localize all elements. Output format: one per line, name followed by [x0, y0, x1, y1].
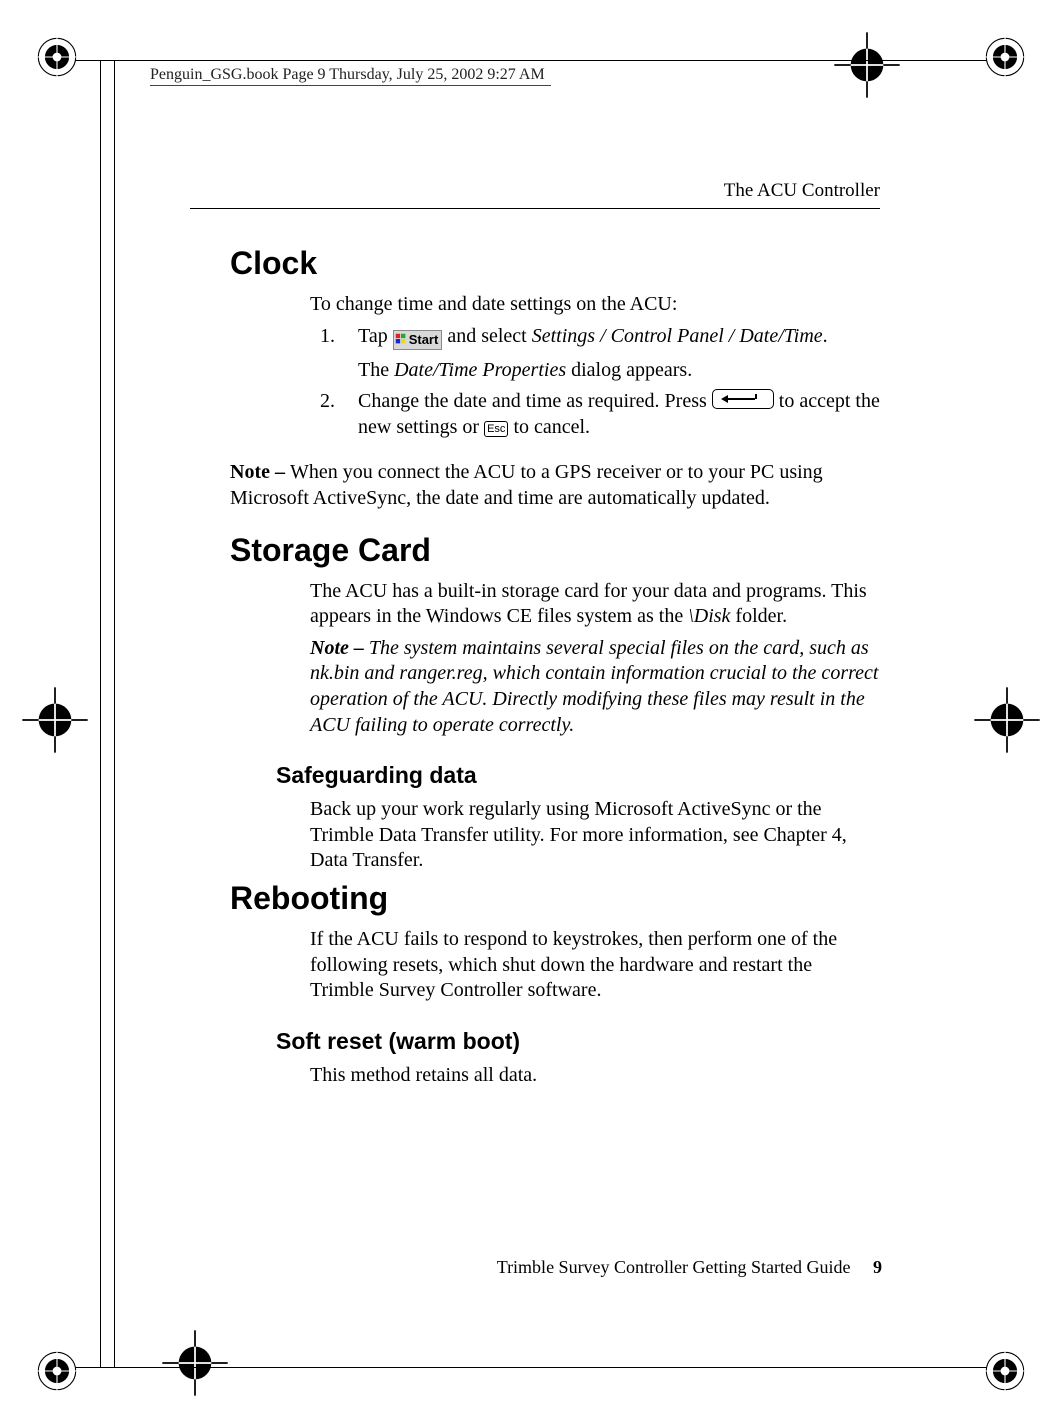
footer-text: Trimble Survey Controller Getting Starte… [497, 1257, 851, 1277]
storage-p1: The ACU has a built-in storage card for … [310, 579, 880, 630]
frame-line [114, 60, 115, 1368]
reg-mark-icon [983, 35, 1027, 79]
frame-line [75, 1367, 987, 1368]
text: to cancel. [508, 416, 590, 438]
section-heading-clock: Clock [230, 245, 880, 282]
header-rule [190, 208, 880, 209]
note-label: Note – [310, 637, 369, 659]
frame-line [75, 60, 987, 61]
esc-key-icon: Esc [484, 421, 508, 437]
menu-path: Settings / Control Panel / Date/Time [532, 325, 823, 347]
start-button-icon: Start [393, 330, 443, 350]
text: and select [442, 325, 531, 347]
section-heading-storage: Storage Card [230, 532, 880, 569]
clock-step-2: Change the date and time as required. Pr… [340, 389, 880, 440]
text: dialog appears. [566, 359, 692, 381]
rebooting-p1: If the ACU fails to respond to keystroke… [310, 927, 880, 1004]
subheading-safeguarding: Safeguarding data [276, 762, 880, 789]
enter-key-icon [712, 389, 774, 409]
frame-line [100, 60, 101, 1368]
running-head: The ACU Controller [724, 180, 880, 202]
text: Tap [358, 325, 393, 347]
page-footer: Trimble Survey Controller Getting Starte… [497, 1257, 882, 1278]
cross-mark-icon [972, 685, 1042, 755]
clock-intro: To change time and date settings on the … [310, 292, 880, 318]
note-body: The system maintains several special fil… [310, 637, 878, 736]
note-label: Note – [230, 461, 290, 483]
page-number: 9 [873, 1257, 882, 1277]
reg-mark-icon [35, 1349, 79, 1393]
clock-note: Note – When you connect the ACU to a GPS… [230, 460, 880, 511]
print-stamp: Penguin_GSG.book Page 9 Thursday, July 2… [150, 66, 551, 86]
text: folder. [730, 605, 787, 627]
cross-mark-icon [20, 685, 90, 755]
reg-mark-icon [983, 1349, 1027, 1393]
section-heading-rebooting: Rebooting [230, 880, 880, 917]
safeguarding-body: Back up your work regularly using Micros… [310, 797, 880, 874]
text: . [823, 325, 828, 347]
subheading-softreset: Soft reset (warm boot) [276, 1028, 880, 1055]
folder-name: \Disk [688, 605, 730, 627]
storage-note: Note – The system maintains several spec… [310, 636, 880, 738]
text: The [358, 359, 394, 381]
softreset-body: This method retains all data. [310, 1063, 880, 1089]
dialog-name: Date/Time Properties [394, 359, 566, 381]
cross-mark-icon [160, 1328, 230, 1398]
note-body: When you connect the ACU to a GPS receiv… [230, 461, 823, 509]
cross-mark-icon [832, 30, 902, 100]
reg-mark-icon [35, 35, 79, 79]
clock-step-1: Tap Start and select Settings / Control … [340, 324, 880, 384]
text: Change the date and time as required. Pr… [358, 390, 712, 412]
start-label: Start [409, 332, 439, 347]
